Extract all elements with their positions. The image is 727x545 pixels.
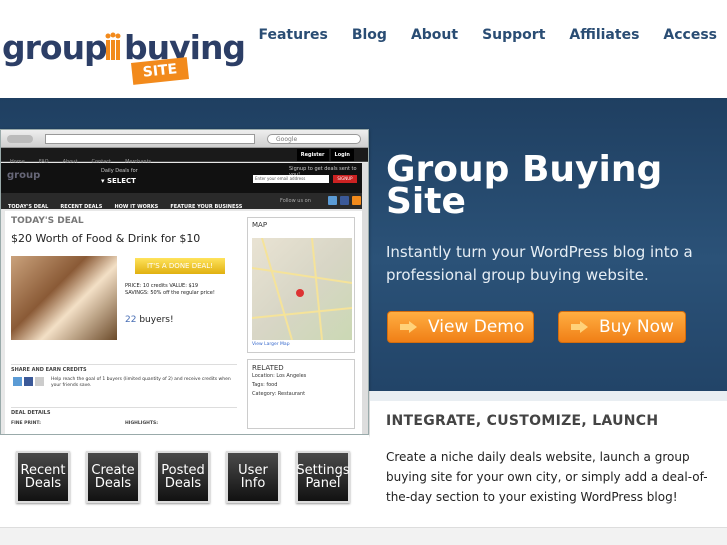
mock-login: Login xyxy=(330,149,354,161)
logo-site-badge: SITE xyxy=(131,57,189,85)
nav-about[interactable]: About xyxy=(411,27,458,43)
mock-menu-feature: FEATURE YOUR BUSINESS xyxy=(170,204,243,210)
mock-scrollbar xyxy=(362,163,368,434)
rss-icon xyxy=(352,196,361,205)
email-icon xyxy=(35,377,44,386)
main-nav: Features Blog About Support Affiliates A… xyxy=(234,27,717,43)
mock-daily-label: Daily Deals for xyxy=(101,168,138,174)
mock-share-label: SHARE AND EARN CREDITS xyxy=(11,364,237,373)
mock-deal: TODAY'S DEAL $20 Worth of Food & Drink f… xyxy=(7,216,240,245)
mock-related-label: RELATED xyxy=(252,364,284,372)
view-demo-label: View Demo xyxy=(428,317,525,337)
mock-deal-info: PRICE: 10 credits VALUE: $19 SAVINGS: 50… xyxy=(125,283,215,297)
hero-title: Group Buying Site xyxy=(386,149,663,222)
nav-support[interactable]: Support xyxy=(482,27,545,43)
mock-menu: TODAY'S DEAL RECENT DEALS HOW IT WORKS F… xyxy=(1,193,368,210)
mock-buyers-count: 22 xyxy=(125,315,137,325)
feature-settings-panel[interactable]: Settings Panel xyxy=(296,451,350,503)
deal-photo xyxy=(11,256,117,340)
facebook-icon xyxy=(24,377,33,386)
mock-header: group Daily Deals for ▾ SELECT Signup to… xyxy=(1,163,368,193)
mock-menu-recent: RECENT DEALS xyxy=(60,204,103,210)
footer-strip xyxy=(0,527,727,545)
nav-features[interactable]: Features xyxy=(258,27,327,43)
intro-heading: INTEGRATE, CUSTOMIZE, LAUNCH xyxy=(386,413,659,429)
mock-auth: Register Login xyxy=(295,149,354,161)
site-header: group buying SITE Features Blog About Su… xyxy=(0,0,727,98)
mock-category: Category: Restaurant xyxy=(252,391,306,397)
view-demo-button[interactable]: View Demo xyxy=(387,311,534,343)
feature-user-info[interactable]: User Info xyxy=(226,451,280,503)
browser-chrome: Google xyxy=(1,130,368,148)
nav-access[interactable]: Access xyxy=(663,27,717,43)
feature-recent-deals[interactable]: Recent Deals xyxy=(16,451,70,503)
mock-tags: Tags: food xyxy=(252,382,278,388)
feature-posted-deals[interactable]: Posted Deals xyxy=(156,451,210,503)
mock-buyers: 22 buyers! xyxy=(125,315,174,325)
mock-map-box: MAP View Larger Map xyxy=(247,217,355,353)
intro-section: INTEGRATE, CUSTOMIZE, LAUNCH Create a ni… xyxy=(370,391,727,527)
twitter-icon xyxy=(13,377,22,386)
intro-body: Create a niche daily deals website, laun… xyxy=(386,450,708,504)
mock-map-label: MAP xyxy=(252,221,268,229)
browser-url-bar xyxy=(45,134,255,144)
mock-fine-print: FINE PRINT: xyxy=(11,421,41,426)
mock-buyers-label: buyers! xyxy=(139,315,174,325)
back-forward-icon xyxy=(7,135,33,143)
feature-icon-row: Recent Deals Create Deals Posted Deals U… xyxy=(0,435,369,527)
mock-menu-how: HOW IT WORKS xyxy=(114,204,159,210)
mock-content: TODAY'S DEAL $20 Worth of Food & Drink f… xyxy=(5,211,364,434)
mock-signup-button: SIGNUP xyxy=(333,175,357,183)
arrow-right-icon xyxy=(400,321,418,333)
feature-create-deals[interactable]: Create Deals xyxy=(86,451,140,503)
browser-screenshot: Google Home FAQ About Contact Merchants … xyxy=(0,129,369,435)
twitter-icon xyxy=(328,196,337,205)
mock-fine-row: FINE PRINT: HIGHLIGHTS: xyxy=(11,421,237,426)
nav-affiliates[interactable]: Affiliates xyxy=(569,27,639,43)
site-logo[interactable]: group buying SITE xyxy=(2,14,246,85)
mock-deal-label: TODAY'S DEAL xyxy=(11,216,84,226)
mock-follow-label: Follow us on xyxy=(280,198,311,204)
page: group buying SITE Features Blog About Su… xyxy=(0,0,727,545)
buy-now-label: Buy Now xyxy=(599,317,674,337)
mock-email-field: Enter your email address xyxy=(253,175,329,183)
mock-savings: SAVINGS: 50% off the regular price! xyxy=(125,290,215,296)
mock-highlights: HIGHLIGHTS: xyxy=(125,421,159,426)
mock-register: Register xyxy=(296,149,329,161)
logo-people-icon xyxy=(105,32,121,60)
nav-blog[interactable]: Blog xyxy=(352,27,387,43)
map-image xyxy=(251,237,353,341)
mock-select: ▾ SELECT xyxy=(101,177,136,185)
hero-subtitle: Instantly turn your WordPress blog into … xyxy=(386,243,693,284)
mock-details-label: DEAL DETAILS xyxy=(11,407,237,416)
mock-done-badge: IT'S A DONE DEAL! xyxy=(135,258,225,274)
mock-menu-today: TODAY'S DEAL xyxy=(8,204,49,210)
mock-logo: group xyxy=(7,170,41,181)
mock-price: PRICE: 10 credits VALUE: $19 xyxy=(125,283,199,289)
facebook-icon xyxy=(340,196,349,205)
mock-location: Location: Los Angeles xyxy=(252,373,307,379)
mock-related: RELATED Location: Los Angeles Tags: food… xyxy=(247,359,355,429)
mock-deal-title: $20 Worth of Food & Drink for $10 xyxy=(11,232,201,245)
buy-now-button[interactable]: Buy Now xyxy=(558,311,686,343)
arrow-right-icon xyxy=(571,321,589,333)
map-roads-icon xyxy=(251,237,353,341)
mock-share-text: Help reach the goal of 1 buyers (limited… xyxy=(51,377,231,388)
logo-word-group: group xyxy=(2,28,108,67)
mock-map-link: View Larger Map xyxy=(252,342,290,347)
browser-search: Google xyxy=(267,134,361,144)
